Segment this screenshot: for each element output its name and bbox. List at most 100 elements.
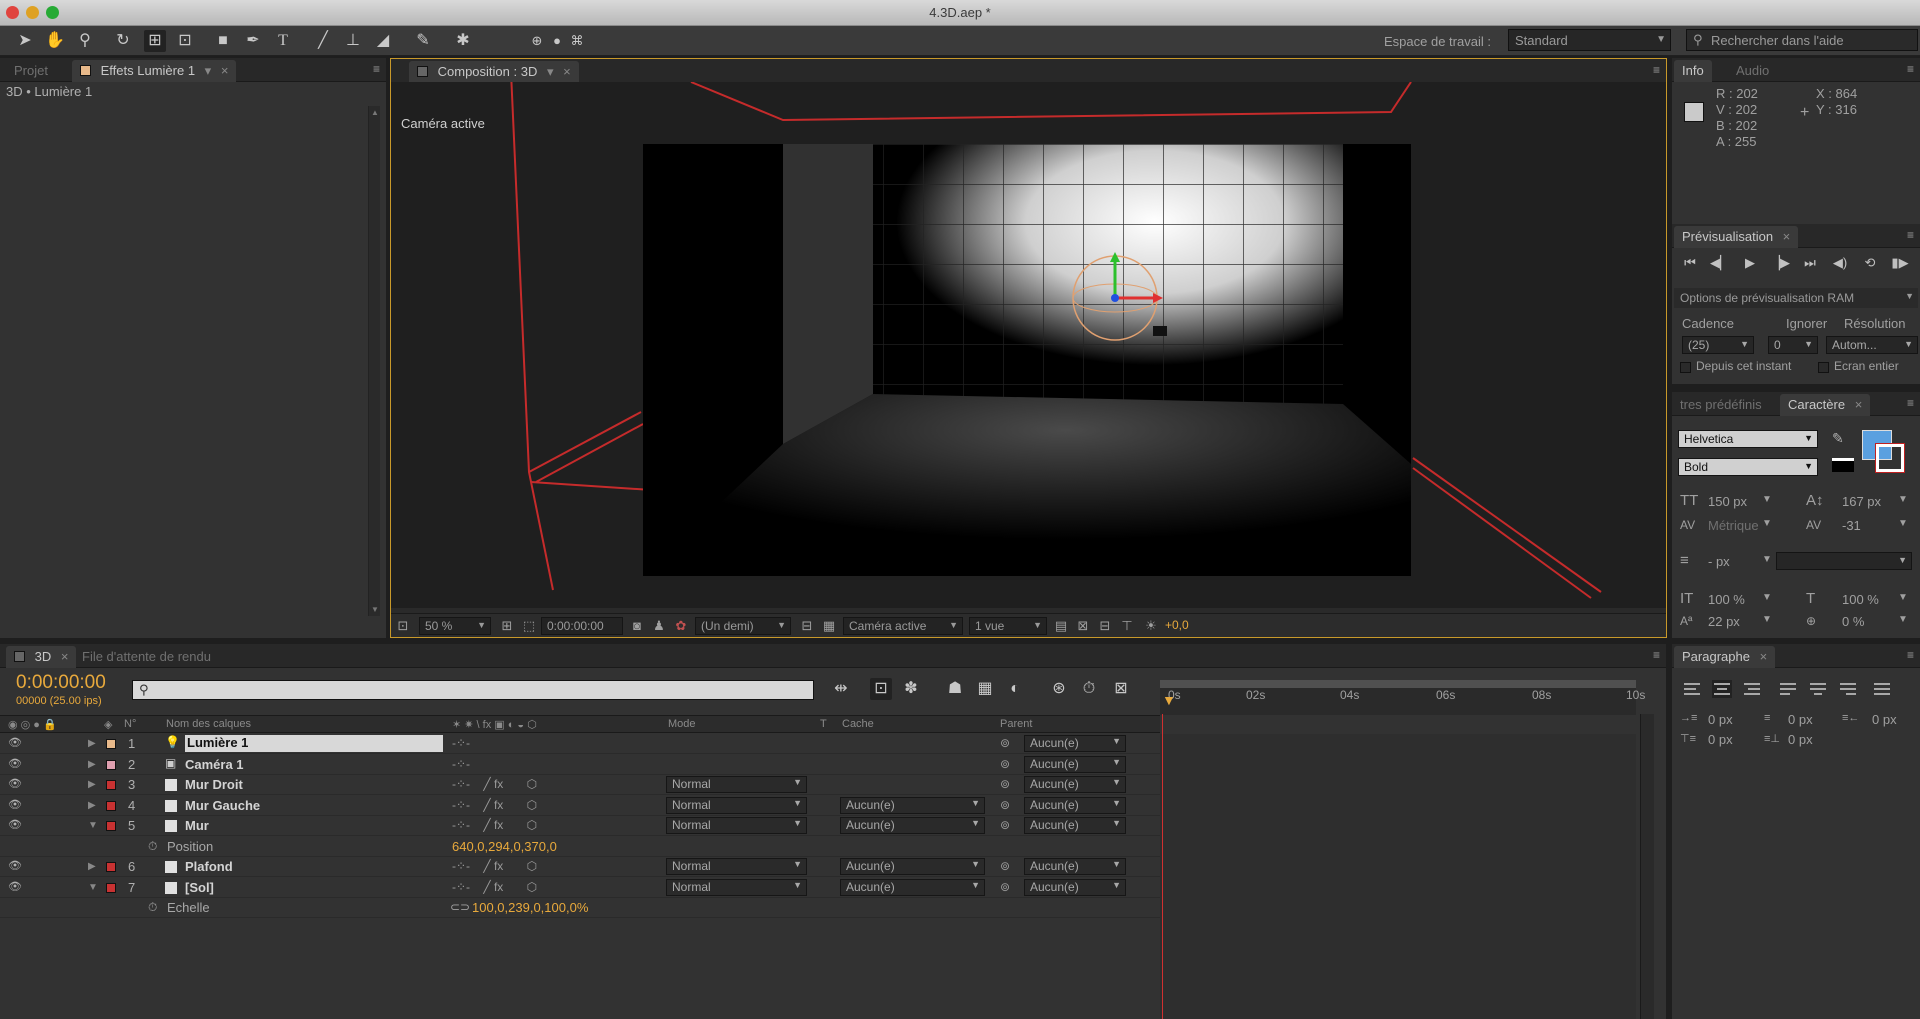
tab-composition[interactable]: Composition : 3D ▾ × (409, 61, 579, 83)
axis-mode-local-icon[interactable]: ⊕ (526, 30, 548, 52)
parent-select[interactable]: Aucun(e) ▼ (1024, 796, 1126, 814)
chevron-down-icon[interactable]: ▼ (1898, 614, 1908, 625)
align-left-icon[interactable] (1682, 680, 1702, 698)
blend-mode-select[interactable]: Normal ▼ (666, 796, 807, 814)
visibility-eye-icon[interactable]: 👁 (8, 757, 22, 770)
mask-visibility-icon[interactable]: ⬚ (521, 618, 537, 634)
brainstorm-icon[interactable]: ⏱ (1078, 678, 1100, 700)
justify-right-icon[interactable] (1838, 680, 1858, 698)
stopwatch-icon[interactable]: ⏱ (148, 900, 157, 915)
visibility-eye-icon[interactable]: 👁 (8, 880, 22, 893)
constrain-link-icon[interactable]: ⊂⊃ (450, 900, 470, 914)
stopwatch-icon[interactable]: ⏱ (148, 839, 157, 854)
layer-switches[interactable]: -⁘- ╱ fx ⬡ (452, 880, 537, 894)
layer-switches[interactable]: -⁘- ╱ fx ⬡ (452, 777, 537, 791)
flowchart-icon[interactable]: ⊤ (1119, 618, 1135, 634)
property-value[interactable]: 640,0,294,0,370,0 (452, 839, 557, 854)
previous-frame-icon[interactable]: ◀▏ (1708, 252, 1732, 274)
blend-mode-select[interactable]: Normal ▼ (666, 878, 807, 896)
visibility-eye-icon[interactable]: 👁 (8, 859, 22, 872)
layer-name[interactable]: Plafond (185, 859, 233, 874)
panel-menu-icon[interactable]: ≡ (1653, 63, 1660, 77)
pick-whip-icon[interactable]: ⊚ (1000, 798, 1010, 812)
chevron-down-icon[interactable]: ▼ (1762, 614, 1772, 625)
transparency-grid-icon[interactable]: ▦ (821, 618, 837, 634)
axis-mode-world-icon[interactable]: ● (546, 30, 568, 52)
tab-paragraph[interactable]: Paragraphe × (1674, 646, 1776, 668)
roto-brush-tool-icon[interactable]: ✎ (412, 30, 434, 52)
resolution-select-preview[interactable]: Autom... ▼ (1826, 336, 1918, 354)
visibility-eye-icon[interactable]: 👁 (8, 818, 22, 831)
align-center-icon[interactable] (1712, 680, 1732, 698)
effects-scrollbar[interactable]: ▲ ▼ (368, 106, 380, 616)
rotate-tool-icon[interactable]: ↻ (112, 30, 134, 52)
pen-tool-icon[interactable]: ✒ (242, 30, 264, 52)
indent-left-value[interactable]: 0 px (1708, 712, 1733, 727)
space-after-value[interactable]: 0 px (1788, 732, 1813, 747)
pick-whip-icon[interactable]: ⊚ (1000, 818, 1010, 832)
ram-options-select[interactable]: Options de prévisualisation RAM ▼ (1674, 288, 1918, 308)
pick-whip-icon[interactable]: ⊚ (1000, 757, 1010, 771)
viewer-timecode[interactable]: 0:00:00:00 (541, 617, 623, 635)
safe-zones-icon[interactable]: ⊞ (499, 618, 515, 634)
clone-stamp-tool-icon[interactable]: ⊥ (342, 30, 364, 52)
close-icon[interactable]: × (61, 649, 69, 664)
channels-icon[interactable]: ✿ (673, 618, 689, 634)
loop-icon[interactable]: ⟲ (1858, 252, 1882, 274)
chevron-down-icon[interactable]: ▾ (205, 63, 212, 78)
layer-switches[interactable]: -⁘- ╱ fx ⬡ (452, 818, 537, 832)
chevron-down-icon[interactable]: ▼ (88, 820, 98, 831)
draft-3d-icon[interactable]: ✽ (900, 678, 922, 700)
first-frame-icon[interactable]: ⏮ (1678, 252, 1702, 274)
layer-row[interactable]: 👁 ▶ 6 Plafond -⁘- ╱ fx ⬡ Normal ▼ Aucun(e) ▼ ⊚ Auc… (0, 857, 1160, 877)
property-row[interactable]: ⏱ Echelle ⊂⊃ 100,0,239,0,100,0% (0, 898, 1160, 918)
indent-first-value[interactable]: 0 px (1788, 712, 1813, 727)
chevron-down-icon[interactable]: ▼ (1762, 518, 1772, 529)
current-timecode[interactable]: 0:00:00:00 (16, 672, 106, 694)
timeline-icon[interactable]: ⊟ (1097, 618, 1113, 634)
visibility-eye-icon[interactable]: 👁 (8, 798, 22, 811)
layer-row[interactable]: 👁 ▼ 7 [Sol] -⁘- ╱ fx ⬡ Normal ▼ Aucun(e) ▼ ⊚ Aucun… (0, 878, 1160, 898)
parent-select[interactable]: Aucun(e) ▼ (1024, 776, 1126, 793)
stroke-width-value[interactable]: - px (1708, 554, 1730, 569)
live-update-icon[interactable]: ⊡ (870, 678, 892, 700)
camera-orbit-tool-icon[interactable]: ⊞ (144, 30, 166, 52)
scroll-down-icon[interactable]: ▼ (371, 605, 379, 614)
stroke-color-swatch[interactable] (1875, 443, 1905, 473)
black-color-chip[interactable] (1832, 458, 1854, 472)
puppet-tool-icon[interactable]: ✱ (452, 30, 474, 52)
selection-tool-icon[interactable]: ➤ (14, 30, 36, 52)
layer-label-color[interactable] (106, 759, 116, 770)
chevron-right-icon[interactable]: ▶ (88, 800, 96, 811)
layer-switches[interactable]: -⁘- (452, 736, 470, 750)
camera-view-select[interactable]: Caméra active ▼ (843, 617, 963, 635)
timeline-scrollbar[interactable] (1640, 714, 1654, 1019)
chevron-right-icon[interactable]: ▶ (88, 738, 96, 749)
blend-mode-select[interactable]: Normal ▼ (666, 817, 807, 834)
kerning-value[interactable]: Métrique (1708, 518, 1759, 533)
camera-gizmo-icon[interactable] (1153, 326, 1167, 336)
close-icon[interactable]: × (1855, 397, 1863, 412)
region-of-interest-icon[interactable]: ⊟ (799, 618, 815, 634)
blend-mode-select[interactable]: Normal ▼ (666, 776, 807, 793)
layer-switches[interactable]: -⁘- ╱ fx ⬡ (452, 859, 537, 873)
justify-center-icon[interactable] (1808, 680, 1828, 698)
workspace-select[interactable]: Standard ▼ (1508, 29, 1671, 51)
tab-render-queue[interactable]: File d'attente de rendu (74, 646, 219, 668)
ignore-select[interactable]: 0 ▼ (1768, 336, 1818, 354)
panel-menu-icon[interactable]: ≡ (1653, 648, 1660, 662)
scroll-up-icon[interactable]: ▲ (371, 108, 379, 117)
hide-shy-layers-icon[interactable]: ☗ (944, 678, 966, 700)
justify-all-icon[interactable] (1872, 680, 1892, 698)
property-value[interactable]: 100,0,239,0,100,0% (472, 900, 588, 915)
layer-name[interactable]: Mur (185, 818, 209, 833)
tab-project[interactable]: Projet (6, 60, 56, 82)
zoom-select[interactable]: 50 % ▼ (419, 617, 491, 635)
tab-presets[interactable]: tres prédéfinis (1672, 394, 1770, 416)
indent-right-value[interactable]: 0 px (1872, 712, 1897, 727)
layer-name[interactable]: [Sol] (185, 880, 214, 895)
tsume-value[interactable]: 0 % (1842, 614, 1864, 629)
exposure-icon[interactable]: ☀ (1143, 618, 1159, 634)
panel-menu-icon[interactable]: ≡ (1907, 396, 1914, 410)
tab-timeline-3d[interactable]: 3D × (6, 646, 77, 668)
